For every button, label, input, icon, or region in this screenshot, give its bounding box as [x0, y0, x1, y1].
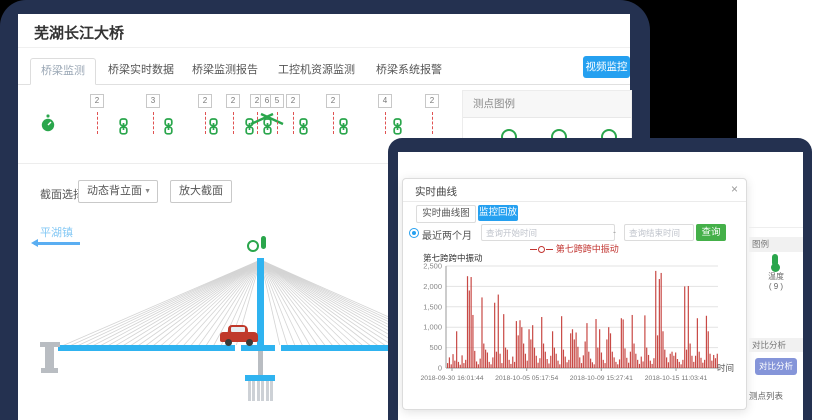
vibration-chart: 0 500 1,000 1,500 2,000 2,500 2018-09-30 16:01…	[411, 261, 741, 389]
sensor-dashed-line	[277, 112, 278, 134]
dialog-window-content: 实时曲线 × 实时曲线图 监控回放 最近两个月 - 查询 第七跨跨中振动 第七跨…	[398, 152, 803, 420]
section-select-dropdown[interactable]: 动态背立面 ▼	[78, 180, 158, 203]
svg-text:2018-10-09 15:27:41: 2018-10-09 15:27:41	[570, 375, 633, 382]
svg-text:2018-09-30 16:01:44: 2018-09-30 16:01:44	[420, 375, 483, 382]
sensor-dashed-line	[97, 112, 98, 134]
temperature-count: ( 9 )	[749, 282, 803, 291]
temperature-label: 温度	[749, 271, 803, 282]
recent-two-months-radio[interactable]	[409, 228, 419, 238]
point-legend-title: 测点图例	[463, 91, 631, 118]
legend-line-icon	[530, 249, 537, 250]
query-end-time-input[interactable]	[624, 224, 694, 241]
sensor-count-badge: 5	[270, 94, 284, 108]
svg-text:2018-10-05 05:17:54: 2018-10-05 05:17:54	[495, 375, 558, 382]
tab-system-alarm[interactable]: 桥梁系统报警	[366, 58, 452, 83]
tab-ipc-resource[interactable]: 工控机资源监测	[268, 58, 365, 83]
page-title: 芜湖长江大桥	[34, 22, 124, 43]
enlarge-section-button[interactable]: 放大截面	[170, 180, 232, 203]
sensor-dashed-line	[153, 112, 154, 134]
svg-text:2,500: 2,500	[423, 262, 442, 271]
stopwatch-icon[interactable]	[40, 114, 56, 138]
deck-joint	[235, 345, 241, 351]
divider	[18, 47, 630, 48]
car-window	[231, 327, 245, 332]
radio-dot	[412, 231, 416, 235]
dialog-sidebar: 图例 温度 ( 9 ) 对比分析 对比分析 测点列表	[749, 152, 803, 420]
svg-text:0: 0	[438, 364, 442, 373]
screen: 芜湖长江大桥 桥梁监测 桥梁实时数据 桥梁监测报告 工控机资源监测 桥梁系统报警…	[0, 0, 815, 420]
car-wheel	[246, 339, 253, 346]
divider	[749, 227, 803, 228]
tab-realtime-data[interactable]: 桥梁实时数据	[98, 58, 184, 83]
sensor-count-badge: 2	[90, 94, 104, 108]
tab-monitor-playback[interactable]: 监控回放	[478, 205, 518, 221]
svg-text:2,000: 2,000	[423, 282, 442, 291]
svg-text:500: 500	[429, 343, 442, 352]
close-icon[interactable]: ×	[731, 182, 738, 196]
sensor-dashed-line	[205, 112, 206, 134]
sensor-count-badge: 2	[425, 94, 439, 108]
section-select-value: 动态背立面	[87, 185, 142, 197]
tab-monitor-report[interactable]: 桥梁监测报告	[182, 58, 268, 83]
abutment	[45, 347, 54, 368]
link-icon[interactable]	[118, 118, 129, 140]
deck-joint	[275, 345, 281, 351]
main-tabbar: 桥梁监测 桥梁实时数据 桥梁监测报告 工控机资源监测 桥梁系统报警	[18, 55, 630, 85]
video-monitor-button[interactable]: 视频监控	[583, 56, 630, 78]
sensor-count-badge: 2	[226, 94, 240, 108]
sensor-count-badge: 2	[326, 94, 340, 108]
sensor-count-badge: 3	[146, 94, 160, 108]
x-axis-title: 时间	[717, 362, 734, 374]
point-list-label: 测点列表	[749, 390, 803, 402]
abutment	[41, 368, 58, 373]
compare-analysis-button[interactable]: 对比分析	[755, 358, 797, 375]
compare-analysis-header: 对比分析	[749, 338, 803, 352]
query-button[interactable]: 查询	[696, 224, 726, 241]
svg-text:1,500: 1,500	[423, 302, 442, 311]
tower-thermometer-icon	[261, 236, 266, 249]
link-icon[interactable]	[392, 118, 403, 140]
legend-series-name: 第七跨跨中振动	[556, 244, 619, 254]
tower-base	[258, 351, 263, 375]
sensor-count-badge: 4	[378, 94, 392, 108]
xmark-icon	[249, 112, 285, 131]
sensor-count-badge: 2	[198, 94, 212, 108]
sensor-dashed-line	[385, 112, 386, 134]
link-icon[interactable]	[163, 118, 174, 140]
date-range-separator: -	[613, 227, 616, 237]
recent-two-months-label: 最近两个月	[422, 227, 472, 242]
bridge-tower	[257, 258, 264, 345]
modal-header: 实时曲线 ×	[403, 179, 746, 202]
sensor-count-badge: 2	[286, 94, 300, 108]
sensor-dashed-line	[333, 112, 334, 134]
chevron-down-icon: ▼	[136, 181, 151, 202]
link-icon[interactable]	[338, 118, 349, 140]
tower-sensor-icon	[247, 240, 259, 252]
svg-text:2018-10-15 11:03:41: 2018-10-15 11:03:41	[645, 375, 708, 382]
link-icon[interactable]	[298, 118, 309, 140]
realtime-curve-modal: 实时曲线 × 实时曲线图 监控回放 最近两个月 - 查询 第七跨跨中振动 第七跨…	[402, 178, 747, 410]
sensor-dashed-line	[233, 112, 234, 134]
tab-realtime-curve[interactable]: 实时曲线图	[416, 205, 476, 223]
modal-title: 实时曲线	[415, 184, 457, 199]
legend-circle-icon	[538, 246, 545, 253]
link-icon[interactable]	[208, 118, 219, 140]
car-wheel	[225, 339, 232, 346]
thermometer-icon[interactable]	[772, 254, 778, 266]
sidebar-legend-header: 图例	[749, 237, 803, 252]
sensor-dashed-line	[293, 112, 294, 134]
sensor-dashed-line	[432, 112, 433, 134]
legend-line-icon	[546, 249, 553, 250]
tab-bridge-monitor[interactable]: 桥梁监测	[30, 58, 96, 85]
query-start-time-input[interactable]	[481, 224, 615, 241]
dialog-window-frame: 实时曲线 × 实时曲线图 监控回放 最近两个月 - 查询 第七跨跨中振动 第七跨…	[388, 138, 812, 420]
svg-text:1,000: 1,000	[423, 323, 442, 332]
